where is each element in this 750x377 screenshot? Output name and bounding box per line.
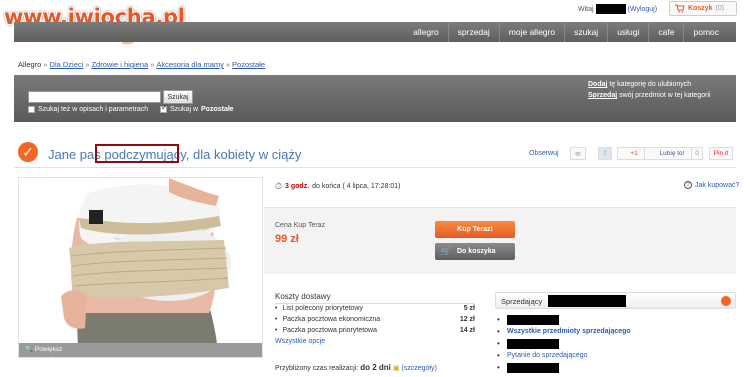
breadcrumb-root[interactable]: Allegro xyxy=(18,60,41,69)
how-to-buy-label: Jak kupować? xyxy=(695,181,740,189)
greeting-text: Witaj xyxy=(578,5,594,13)
seller-all-items-link[interactable]: Wszystkie przedmioty sprzedającego xyxy=(507,328,631,335)
logout-link[interactable]: (Wyloguj) xyxy=(628,6,658,13)
redacted-username xyxy=(595,4,626,14)
shipping-method: List polecony priorytetowy xyxy=(275,305,363,315)
breadcrumb-item[interactable]: Akcesoria dla mamy xyxy=(156,60,224,69)
redacted-seller-name xyxy=(548,295,626,307)
nav-item-allegro[interactable]: allegro xyxy=(404,22,448,42)
product-image[interactable]: 🔍 Powiększ xyxy=(18,177,263,358)
add-to-cart-button[interactable]: 🛒 Do koszyka xyxy=(435,243,515,260)
nav-item-my-allegro[interactable]: moje allegro xyxy=(498,22,564,42)
cart-label: Koszyk xyxy=(688,5,713,12)
pinterest-button[interactable]: Pin it xyxy=(709,147,733,160)
add-to-cart-label: Do koszyka xyxy=(457,248,496,255)
info-icon: ▣ xyxy=(392,365,400,372)
redacted-seller-info xyxy=(507,315,559,325)
category-links: Dodaj tę kategorię do ulubionych Sprzeda… xyxy=(588,79,728,101)
shipping-method: Paczka pocztowa ekonomiczna xyxy=(275,316,380,326)
all-shipping-options-link[interactable]: Wszystkie opcje xyxy=(275,338,475,345)
expand-icon[interactable] xyxy=(721,296,731,306)
price-box: Cena Kup Teraz 99 zł Kup Teraz! 🛒 Do kos… xyxy=(264,207,736,274)
question-icon: ? xyxy=(684,181,692,189)
search-in-category-option[interactable]: Szukaj w Pozostałe xyxy=(160,103,234,113)
breadcrumb-item[interactable]: Zdrowie i higiena xyxy=(91,60,148,69)
sell-in-category-link[interactable]: Sprzedaj xyxy=(588,92,617,99)
checkmark-icon: ✓ xyxy=(18,142,38,162)
checkbox-label: Szukaj też w opisach i parametrach xyxy=(38,106,149,113)
breadcrumb-item[interactable]: Dla Dzieci xyxy=(50,60,84,69)
shipping-price: 5 zł xyxy=(463,305,475,312)
zoom-caption[interactable]: 🔍 Powiększ xyxy=(19,343,262,357)
google-plus-label: +1 xyxy=(630,150,638,157)
facebook-share-icon[interactable]: f xyxy=(598,147,612,160)
search-input[interactable] xyxy=(28,91,161,103)
checkbox-checked[interactable] xyxy=(160,103,168,113)
nav-item-cafe[interactable]: cafe xyxy=(648,22,683,42)
seller-info-row: Pytanie do sprzedającego xyxy=(497,351,727,363)
sell-in-category-text: swój przedmiot w tej kategorii xyxy=(617,92,711,99)
nav-item-search[interactable]: szukaj xyxy=(564,22,607,42)
nav-item-sell[interactable]: sprzedaj xyxy=(447,22,499,42)
zoom-label: Powiększ xyxy=(34,346,63,353)
search-descriptions-option[interactable]: Szukaj też w opisach i parametrach xyxy=(28,106,148,113)
category-name: Pozostałe xyxy=(201,106,234,113)
seller-info-row xyxy=(497,339,727,351)
redacted-seller-info xyxy=(507,339,559,349)
add-favourite-text: tę kategorię do ulubionych xyxy=(607,81,692,88)
checkbox[interactable] xyxy=(28,106,35,113)
breadcrumb: Allegro» Dla Dzieci» Zdrowie i higiena» Akc… xyxy=(18,60,265,69)
checkbox-label: Szukaj w xyxy=(170,106,199,113)
nav-item-help[interactable]: pomoc xyxy=(683,22,728,42)
like-count: 0 xyxy=(691,147,703,160)
seller-info-row xyxy=(497,315,727,327)
price-value: 99 zł xyxy=(275,233,299,245)
realization-label: Przybliżony czas realizacji: xyxy=(275,365,359,372)
observe-link[interactable]: Obserwuj xyxy=(529,150,559,157)
time-left: ⏱ 3 godz. do końca ( 4 lipca, 17:28:01) xyxy=(275,181,401,192)
title-row: ✓ Jane pas podczymujący, dla kobiety w c… xyxy=(14,140,736,168)
shipping-price: 12 zł xyxy=(459,316,475,323)
how-to-buy-link[interactable]: ? Jak kupować? xyxy=(684,181,739,189)
cart-count: (0) xyxy=(715,5,725,12)
main-nav: allegro sprzedaj moje allegro szukaj usł… xyxy=(14,22,736,42)
shipping-row: Paczka pocztowa ekonomiczna 12 zł xyxy=(275,316,475,326)
shipping-price: 14 zł xyxy=(459,327,475,334)
breadcrumb-item[interactable]: Pozostałe xyxy=(232,60,265,69)
nav-item-services[interactable]: usługi xyxy=(607,22,648,42)
details-link[interactable]: (szczegóły) xyxy=(401,365,436,372)
end-date: do końca ( 4 lipca, 17:28:01) xyxy=(312,183,401,190)
seller-info-row: Wszystkie przedmioty sprzedającego xyxy=(497,327,727,339)
clock-icon: ⏱ xyxy=(275,181,283,191)
mail-share-icon[interactable]: ✉ xyxy=(570,147,586,160)
search-panel: Szukaj Szukaj też w opisach i parametrac… xyxy=(14,75,736,122)
maternity-belt-photo xyxy=(61,178,231,357)
time-left-value: 3 godz. xyxy=(285,183,310,190)
redacted-seller-info xyxy=(507,363,559,373)
highlight-box xyxy=(95,144,179,163)
add-favourite-link[interactable]: Dodaj xyxy=(588,81,607,88)
cart-icon xyxy=(675,4,685,13)
shipping-row: List polecony priorytetowy 5 zł xyxy=(275,305,475,315)
search-button[interactable]: Szukaj xyxy=(163,90,193,104)
seller-label: Sprzedający xyxy=(501,297,543,306)
realization-time: Przybliżony czas realizacji: do 2 dni ▣ … xyxy=(275,363,437,372)
shipping-costs: Koszty dostawy List polecony priorytetow… xyxy=(275,292,475,345)
ask-seller-link[interactable]: Pytanie do sprzedającego xyxy=(507,352,588,359)
price-label: Cena Kup Teraz xyxy=(275,222,326,229)
seller-box[interactable]: Sprzedający xyxy=(495,292,736,309)
cart-button[interactable]: Koszyk (0) xyxy=(669,1,737,16)
shipping-method: Paczka pocztowa priorytetowa xyxy=(275,327,377,337)
like-label: Lubię to! xyxy=(659,150,685,157)
buy-now-button[interactable]: Kup Teraz! xyxy=(435,221,515,238)
user-area: Witaj (Wyloguj) xyxy=(578,4,657,14)
shipping-title: Koszty dostawy xyxy=(275,292,475,304)
seller-info-row xyxy=(497,363,727,375)
cart-icon: 🛒 xyxy=(440,246,452,256)
shipping-row: Paczka pocztowa priorytetowa 14 zł xyxy=(275,327,475,337)
seller-info: Wszystkie przedmioty sprzedającego Pytan… xyxy=(497,315,727,375)
realization-value: do 2 dni xyxy=(360,363,391,372)
